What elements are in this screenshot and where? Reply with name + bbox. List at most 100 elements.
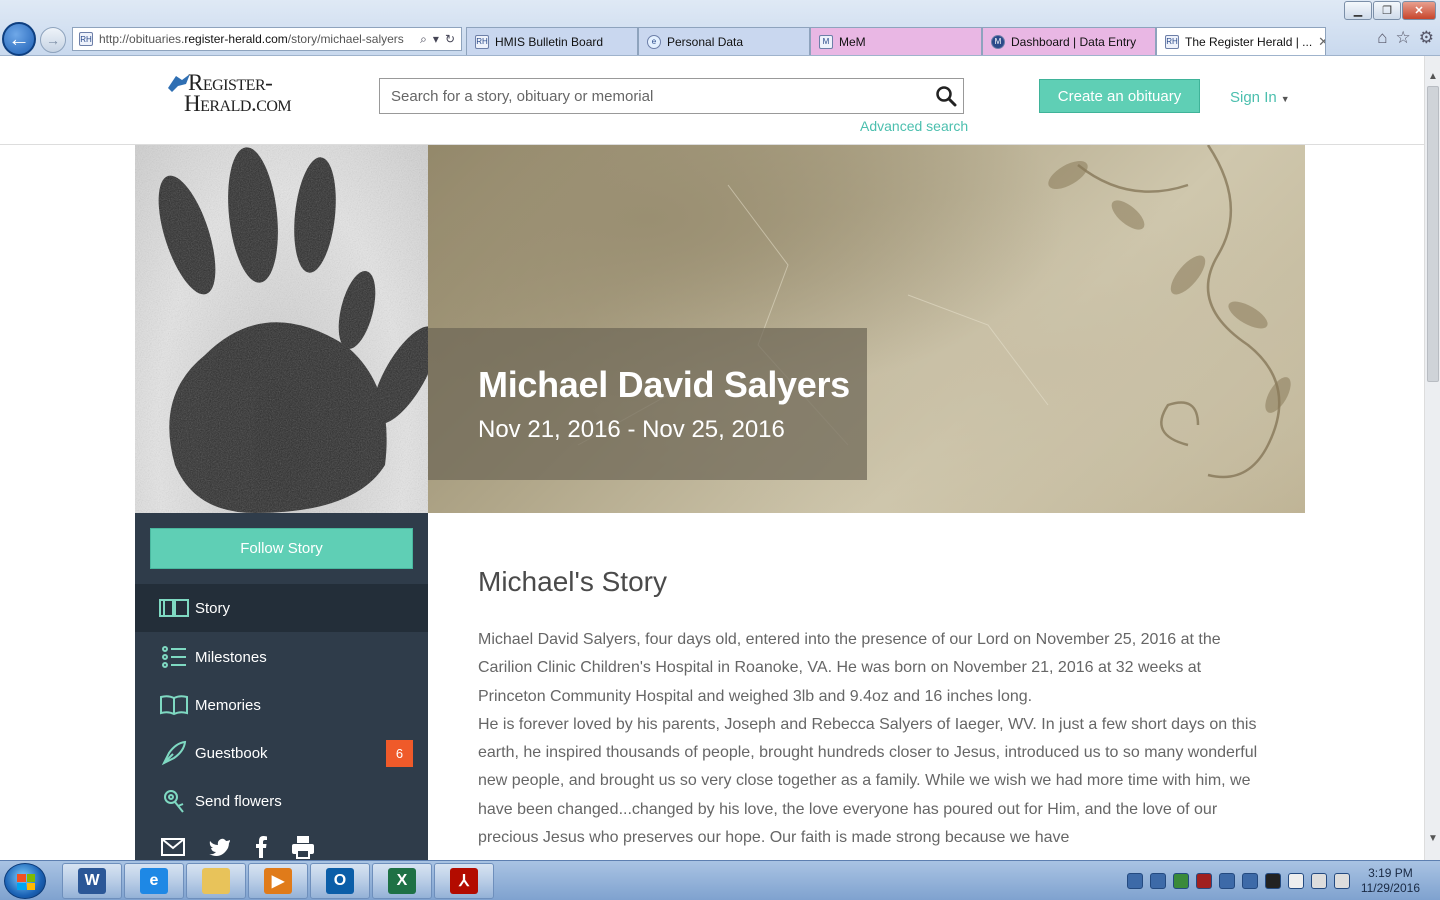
sign-in-label: Sign In <box>1230 89 1277 106</box>
tray-outlook-icon[interactable] <box>1150 873 1166 889</box>
close-window-button[interactable]: ✕ <box>1402 1 1436 20</box>
internet-explorer-icon: e <box>140 868 168 894</box>
tray-icon[interactable] <box>1265 873 1281 889</box>
scroll-thumb[interactable] <box>1427 86 1439 382</box>
clock-date: 11/29/2016 <box>1360 881 1420 895</box>
forward-button[interactable]: → <box>40 27 66 53</box>
windows-logo-icon <box>17 874 35 890</box>
acrobat-icon: ⅄ <box>450 868 478 894</box>
sidebar-item-label: Story <box>195 599 231 617</box>
volume-icon[interactable] <box>1334 873 1350 889</box>
excel-icon: X <box>388 868 416 894</box>
taskbar-acrobat-button[interactable]: ⅄ <box>434 863 494 899</box>
scroll-down-icon[interactable]: ▼ <box>1425 830 1440 846</box>
minimize-button[interactable]: ▁ <box>1344 1 1372 20</box>
facebook-icon[interactable] <box>255 836 267 858</box>
story-sidebar: Follow Story Story Milestones Memories G… <box>135 513 428 860</box>
pen-icon <box>159 740 189 766</box>
logo-text-bottom: Herald.com <box>184 91 292 116</box>
sidebar-item-story[interactable]: Story <box>135 584 428 632</box>
tab-label: MeM <box>839 34 866 49</box>
advanced-search-link[interactable]: Advanced search <box>860 118 968 134</box>
word-icon: W <box>78 868 106 894</box>
sidebar-item-label: Memories <box>195 696 261 714</box>
obituary-hero: Michael David Salyers Nov 21, 2016 - Nov… <box>135 145 1305 513</box>
sidebar-item-send-flowers[interactable]: Send flowers <box>135 777 428 825</box>
tab-personal-data[interactable]: e Personal Data <box>638 27 810 55</box>
tray-shield-icon[interactable] <box>1196 873 1212 889</box>
url-path: /story/michael-salyers <box>287 32 404 46</box>
flag-icon[interactable] <box>1288 873 1304 889</box>
system-tray <box>1127 873 1350 889</box>
sidebar-item-milestones[interactable]: Milestones <box>135 633 428 681</box>
list-icon <box>159 645 189 669</box>
twitter-icon[interactable] <box>209 838 231 856</box>
address-bar[interactable]: RH http://obituaries.register-herald.com… <box>72 27 462 51</box>
story-paragraph-1: Michael David Salyers, four days old, en… <box>478 631 1221 705</box>
site-header: Register- Herald.com Advanced search Cre… <box>0 56 1424 145</box>
tray-icon[interactable] <box>1127 873 1143 889</box>
taskbar-explorer-button[interactable] <box>186 863 246 899</box>
tab-favicon-icon: M <box>819 34 833 49</box>
tab-strip: RH HMIS Bulletin Board e Personal Data M Me… <box>466 27 1326 55</box>
tab-hmis[interactable]: RH HMIS Bulletin Board <box>466 27 638 55</box>
search-icon[interactable] <box>929 85 963 107</box>
register-herald-logo[interactable]: Register- Herald.com <box>166 70 296 120</box>
create-obituary-button[interactable]: Create an obituary <box>1039 79 1200 113</box>
outlook-icon: O <box>326 868 354 894</box>
back-button[interactable]: ← <box>2 22 36 56</box>
start-button[interactable] <box>4 863 46 899</box>
tray-display-icon[interactable] <box>1311 873 1327 889</box>
search-input[interactable] <box>391 87 929 105</box>
sidebar-item-label: Send flowers <box>195 792 282 810</box>
taskbar-media-button[interactable]: ▶ <box>248 863 308 899</box>
media-icon: ▶ <box>264 868 292 894</box>
restore-button[interactable]: ❐ <box>1373 1 1401 20</box>
book-icon <box>159 596 189 620</box>
taskbar-word-button[interactable]: W <box>62 863 122 899</box>
gear-icon[interactable]: ⚙ <box>1419 28 1434 48</box>
url-prefix: http://obituaries. <box>99 32 185 46</box>
tab-label: HMIS Bulletin Board <box>495 34 604 49</box>
tray-security-icon[interactable] <box>1173 873 1189 889</box>
story-paragraph-2: He is forever loved by his parents, Jose… <box>478 715 1258 847</box>
tab-favicon-icon: M <box>991 34 1005 49</box>
search-box <box>379 78 964 114</box>
sign-in-menu[interactable]: Sign In ▼ <box>1230 89 1290 106</box>
sidebar-item-label: Guestbook <box>195 744 268 762</box>
deceased-name: Michael David Salyers <box>478 364 850 405</box>
refresh-icon[interactable]: ↻ <box>445 32 455 47</box>
taskbar-internet-explorer-button[interactable]: e <box>124 863 184 899</box>
address-tools: ⌕ ▾ ↻ <box>420 32 461 47</box>
system-clock[interactable]: 3:19 PM 11/29/2016 <box>1361 866 1420 896</box>
address-url[interactable]: http://obituaries.register-herald.com/st… <box>99 32 414 46</box>
taskbar-outlook-button[interactable]: O <box>310 863 370 899</box>
share-toolbar <box>161 835 315 859</box>
taskbar-excel-button[interactable]: X <box>372 863 432 899</box>
dropdown-icon[interactable]: ▾ <box>433 32 439 47</box>
sidebar-item-memories[interactable]: Memories <box>135 681 428 729</box>
tray-icon[interactable] <box>1219 873 1235 889</box>
print-icon[interactable] <box>291 835 315 859</box>
tab-dashboard[interactable]: M Dashboard | Data Entry <box>982 27 1156 55</box>
tab-label: Dashboard | Data Entry <box>1011 34 1137 49</box>
tray-network-icon[interactable] <box>1242 873 1258 889</box>
follow-story-button[interactable]: Follow Story <box>150 528 413 569</box>
search-icon[interactable]: ⌕ <box>420 32 427 47</box>
close-tab-icon[interactable]: ✕ <box>1318 34 1325 50</box>
home-icon[interactable]: ⌂ <box>1377 28 1387 48</box>
tab-mem[interactable]: M MeM <box>810 27 982 55</box>
email-icon[interactable] <box>161 838 185 856</box>
arrow-right-icon: → <box>46 32 60 48</box>
tab-register-herald[interactable]: RH The Register Herald | ... ✕ <box>1156 27 1326 55</box>
guestbook-count-badge: 6 <box>386 740 413 767</box>
tab-label: The Register Herald | ... <box>1185 34 1313 49</box>
vertical-scrollbar[interactable]: ▲ ▼ <box>1424 56 1440 860</box>
ie-favicon-icon: e <box>647 34 661 49</box>
tab-label: Personal Data <box>667 34 744 49</box>
life-dates: Nov 21, 2016 - Nov 25, 2016 <box>478 416 785 443</box>
tab-favicon-icon: RH <box>475 34 489 49</box>
scroll-up-icon[interactable]: ▲ <box>1425 68 1440 84</box>
favorites-star-icon[interactable]: ☆ <box>1396 28 1411 48</box>
sidebar-item-guestbook[interactable]: Guestbook 6 <box>135 729 428 777</box>
